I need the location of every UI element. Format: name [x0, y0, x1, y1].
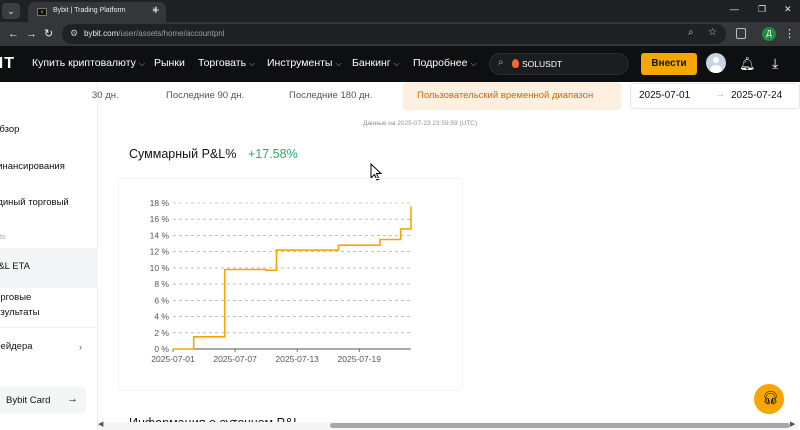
zoom-icon[interactable]: ⌕	[688, 27, 694, 38]
tab-search-button[interactable]: ⌄	[2, 3, 20, 19]
y-tick-label: 18 %	[150, 198, 170, 208]
tab-custom-range[interactable]: Пользовательский временной диапазон	[403, 82, 621, 110]
sidebar-item-label: P&L ETA	[0, 261, 31, 272]
close-window-icon[interactable]: ✕	[784, 4, 792, 15]
sidebar-item-pnl-active[interactable]: P&L ETA	[0, 248, 98, 288]
pnl-series-line	[173, 206, 412, 350]
date-range-picker[interactable]: 2025-07-01 → 2025-07-24	[630, 83, 800, 109]
sidebar-item-overview[interactable]: Обзор	[0, 124, 19, 135]
tab-90-days[interactable]: Последние 90 дн.	[166, 90, 244, 101]
forward-icon[interactable]: →	[26, 27, 37, 41]
tab-custom-range-label: Пользовательский временной диапазон	[417, 90, 594, 101]
x-tick-label: 2025-07-07	[213, 354, 257, 364]
arrow-right-icon: →	[67, 393, 78, 405]
y-tick-label: 0 %	[154, 344, 169, 354]
arrow-right-icon: →	[715, 89, 725, 100]
chevron-down-icon: ⌵	[335, 59, 342, 68]
nav-buy-crypto[interactable]: Купить криптовалюту ⌵	[32, 57, 145, 69]
x-tick-label: 2025-07-01	[151, 354, 195, 364]
tab-title: Bybit | Trading Platform	[53, 7, 126, 14]
pnl-title: Суммарный P&L%	[129, 147, 237, 161]
nav-more[interactable]: Подробнее ⌵	[413, 57, 477, 69]
search-value: SOLUSDT	[522, 59, 563, 69]
search-icon: ⌕	[498, 57, 504, 68]
nav-markets[interactable]: Рынки	[154, 57, 185, 69]
y-tick-label: 4 %	[154, 312, 169, 322]
bybit-card-label: Bybit Card	[6, 395, 51, 406]
browser-toolbar: ← → ↻ ⚙ bybit.com/user/assets/home/accou…	[0, 22, 800, 46]
y-tick-label: 12 %	[150, 247, 170, 257]
download-icon[interactable]: ⤓	[772, 55, 778, 72]
browser-tab[interactable]: B Bybit | Trading Platform ×	[28, 2, 166, 22]
chevron-down-icon: ⌵	[138, 59, 145, 68]
time-range-selector: 30 дн. Последние 90 дн. Последние 180 дн…	[92, 82, 800, 110]
y-tick-label: 8 %	[154, 279, 169, 289]
chevron-right-icon[interactable]: ›	[79, 342, 82, 352]
pnl-chart: 0 % 2 % 4 % 6 % 8 % 10 % 12 % 14 % 16 % 18 % 2025-…	[118, 178, 463, 391]
y-tick-label: 16 %	[150, 214, 170, 224]
user-avatar-icon[interactable]	[706, 53, 726, 73]
y-tick-label: 6 %	[154, 295, 169, 305]
chevron-down-icon: ⌵	[249, 59, 256, 68]
nav-tools[interactable]: Инструменты ⌵	[267, 57, 342, 69]
pnl-line-chart: 0 % 2 % 4 % 6 % 8 % 10 % 12 % 14 % 16 % 18 % 2025-…	[150, 198, 412, 364]
support-chat-button[interactable]: 🎧︎	[754, 384, 784, 414]
sidebar-item-unified-trading[interactable]: Единый торговый	[0, 197, 69, 208]
new-tab-button[interactable]: +	[152, 3, 160, 17]
sidebar-item-funding[interactable]: Финансирования	[0, 161, 65, 172]
data-timestamp: Данные на 2025-07-23 23:59:59 (UTC)	[363, 120, 478, 127]
deposit-button[interactable]: Внести	[641, 53, 697, 75]
date-to[interactable]: 2025-07-24	[731, 90, 782, 101]
sidebar-section-label: ts	[0, 234, 6, 241]
scroll-left-icon[interactable]: ◀	[98, 420, 103, 428]
y-tick-label: 2 %	[154, 328, 169, 338]
search-input[interactable]: ⌕ SOLUSDT	[489, 53, 629, 75]
scrollbar-thumb[interactable]	[330, 423, 790, 428]
tab-180-days[interactable]: Последние 180 дн.	[289, 90, 372, 101]
sidebar-item-trading-results[interactable]: Торговые	[0, 292, 31, 303]
back-icon[interactable]: ←	[8, 27, 19, 41]
sidebar-divider	[0, 327, 98, 328]
maximize-icon[interactable]: ❐	[758, 4, 766, 15]
scroll-right-icon[interactable]: ▶	[790, 420, 795, 428]
sidebar-item-traders[interactable]: Трейдера	[0, 341, 33, 352]
site-header: BYBIT Купить криптовалюту⌵ Рынки Торгова…	[0, 46, 800, 82]
browser-tab-bar: ⌄ B Bybit | Trading Platform × + — ❐ ✕	[0, 0, 800, 22]
horizontal-scrollbar[interactable]: ◀ ▶	[98, 420, 798, 430]
chevron-down-icon: ⌵	[470, 59, 477, 68]
browser-menu-icon[interactable]: ⋮	[784, 27, 795, 40]
date-from[interactable]: 2025-07-01	[639, 90, 690, 101]
profile-avatar[interactable]: Д	[762, 27, 776, 41]
sidebar: Обзор Финансирования Единый торговый ts …	[0, 82, 98, 430]
minimize-icon[interactable]: —	[730, 4, 739, 14]
extensions-icon[interactable]	[736, 28, 746, 39]
url-text: bybit.com/user/assets/home/accountpnl	[84, 29, 225, 38]
bookmark-star-icon[interactable]: ☆	[708, 27, 717, 38]
nav-trade[interactable]: Торговать ⌵	[198, 57, 255, 69]
bybit-favicon-icon: B	[37, 8, 47, 16]
reload-icon[interactable]: ↻	[44, 27, 53, 41]
x-tick-label: 2025-07-19	[338, 354, 382, 364]
site-info-icon[interactable]: ⚙	[70, 28, 81, 39]
pnl-value: +17.58%	[248, 147, 298, 161]
x-tick-label: 2025-07-13	[275, 354, 319, 364]
headset-icon: 🎧︎	[762, 390, 779, 405]
notification-bell-icon[interactable]: 🔔︎	[739, 56, 756, 72]
y-tick-label: 10 %	[150, 263, 170, 273]
hot-fire-icon	[512, 59, 519, 68]
sidebar-item-trading-results-2[interactable]: результаты	[0, 307, 39, 318]
y-tick-label: 14 %	[150, 230, 170, 240]
tab-30-days[interactable]: 30 дн.	[92, 90, 119, 101]
chevron-down-icon: ⌵	[393, 59, 400, 68]
address-bar[interactable]: ⚙ bybit.com/user/assets/home/accountpnl …	[62, 24, 726, 44]
bybit-card-button[interactable]: Bybit Card →	[0, 387, 86, 413]
nav-banking[interactable]: Банкинг ⌵	[352, 57, 400, 69]
